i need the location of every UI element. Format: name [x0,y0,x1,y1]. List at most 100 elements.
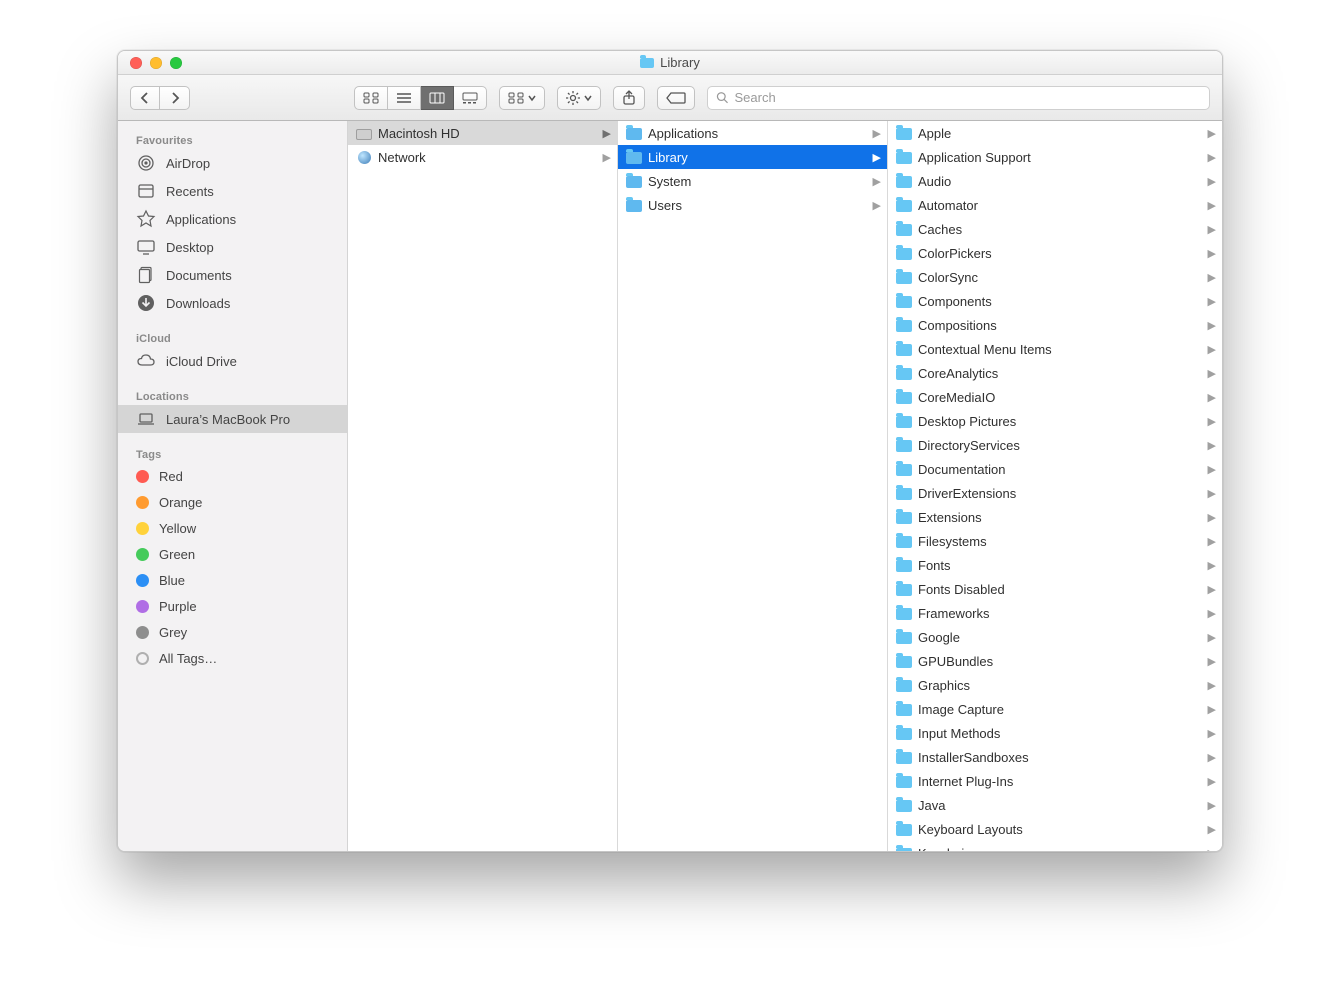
sidebar-item-desktop[interactable]: Desktop [118,233,347,261]
sidebar-item-label: Laura’s MacBook Pro [166,412,290,427]
item-label: Desktop Pictures [918,414,1202,429]
chevron-right-icon: ▶ [1208,415,1216,428]
sidebar-item-laura-s-macbook-pro[interactable]: Laura’s MacBook Pro [118,405,347,433]
list-item[interactable]: Java▶ [888,793,1222,817]
tag-blue[interactable]: Blue [118,567,347,593]
sidebar-item-label: Recents [166,184,214,199]
list-item[interactable]: Extensions▶ [888,505,1222,529]
list-item[interactable]: Fonts▶ [888,553,1222,577]
sidebar-item-recents[interactable]: Recents [118,177,347,205]
sidebar: FavouritesAirDropRecentsApplicationsDesk… [118,121,348,851]
chevron-right-icon: ▶ [603,127,611,140]
list-item[interactable]: Macintosh HD▶ [348,121,617,145]
list-item[interactable]: Google▶ [888,625,1222,649]
item-label: Keyboard Layouts [918,822,1202,837]
list-view-button[interactable] [388,86,421,110]
list-item[interactable]: Components▶ [888,289,1222,313]
list-item[interactable]: Keyboard Layouts ▶ [888,817,1222,841]
chevron-right-icon: ▶ [1208,295,1216,308]
chevron-right-icon: ▶ [1208,559,1216,572]
item-label: CoreMediaIO [918,390,1202,405]
search-field[interactable] [707,86,1210,110]
list-item[interactable]: Automator▶ [888,193,1222,217]
list-item[interactable]: Network▶ [348,145,617,169]
list-item[interactable]: InstallerSandboxes▶ [888,745,1222,769]
window-title: Library [118,55,1222,70]
list-item[interactable]: Application Support▶ [888,145,1222,169]
list-item[interactable]: Filesystems▶ [888,529,1222,553]
list-item[interactable]: System▶ [618,169,887,193]
list-item[interactable]: CoreAnalytics▶ [888,361,1222,385]
tag-purple[interactable]: Purple [118,593,347,619]
list-item[interactable]: Applications▶ [618,121,887,145]
list-item[interactable]: Documentation▶ [888,457,1222,481]
grouping-button[interactable] [499,86,545,110]
tag-orange[interactable]: Orange [118,489,347,515]
item-label: DirectoryServices [918,438,1202,453]
list-item[interactable]: Compositions▶ [888,313,1222,337]
chevron-right-icon: ▶ [1208,631,1216,644]
list-item[interactable]: Keychains▶ [888,841,1222,851]
back-button[interactable] [130,86,160,110]
list-item[interactable]: Users▶ [618,193,887,217]
forward-button[interactable] [160,86,190,110]
tag-yellow[interactable]: Yellow [118,515,347,541]
column-view-button[interactable] [421,86,454,110]
list-item[interactable]: Audio▶ [888,169,1222,193]
folder-icon [896,125,912,141]
list-item[interactable]: ColorSync▶ [888,265,1222,289]
folder-icon [626,173,642,189]
chevron-right-icon: ▶ [1208,463,1216,476]
list-item[interactable]: DriverExtensions▶ [888,481,1222,505]
list-item[interactable]: Contextual Menu Items▶ [888,337,1222,361]
list-item[interactable]: CoreMediaIO▶ [888,385,1222,409]
sidebar-item-applications[interactable]: Applications [118,205,347,233]
share-button[interactable] [613,86,645,110]
item-label: Fonts Disabled [918,582,1202,597]
folder-icon [896,437,912,453]
item-label: Filesystems [918,534,1202,549]
tag-green[interactable]: Green [118,541,347,567]
tag-color-dot [136,626,149,639]
tag-color-dot [136,574,149,587]
list-item[interactable]: DirectoryServices▶ [888,433,1222,457]
folder-icon [896,245,912,261]
list-item[interactable]: Image Capture▶ [888,697,1222,721]
list-item[interactable]: Fonts Disabled▶ [888,577,1222,601]
search-input[interactable] [735,90,1202,105]
list-item[interactable]: Graphics▶ [888,673,1222,697]
column-2: Apple▶Application Support▶Audio▶Automato… [888,121,1222,851]
list-item[interactable]: GPUBundles▶ [888,649,1222,673]
folder-icon [896,725,912,741]
chevron-right-icon: ▶ [1208,823,1216,836]
chevron-right-icon: ▶ [1208,343,1216,356]
tag-red[interactable]: Red [118,463,347,489]
list-item[interactable]: Apple▶ [888,121,1222,145]
tag-all-tags-[interactable]: All Tags… [118,645,347,671]
list-item[interactable]: Frameworks▶ [888,601,1222,625]
sidebar-item-icloud-drive[interactable]: iCloud Drive [118,347,347,375]
sidebar-item-label: Downloads [166,296,230,311]
list-item[interactable]: Library▶ [618,145,887,169]
folder-icon [896,581,912,597]
chevron-right-icon: ▶ [1208,799,1216,812]
item-label: Internet Plug-Ins [918,774,1202,789]
list-item[interactable]: Internet Plug-Ins▶ [888,769,1222,793]
list-item[interactable]: Desktop Pictures ▶ [888,409,1222,433]
list-item[interactable]: ColorPickers▶ [888,241,1222,265]
folder-icon [896,629,912,645]
chevron-right-icon: ▶ [1208,703,1216,716]
list-item[interactable]: Caches▶ [888,217,1222,241]
sidebar-item-downloads[interactable]: Downloads [118,289,347,317]
tag-grey[interactable]: Grey [118,619,347,645]
icon-view-button[interactable] [354,86,388,110]
column-1: Applications▶Library▶System▶Users▶ [618,121,888,851]
gallery-view-button[interactable] [454,86,487,110]
chevron-right-icon: ▶ [1208,487,1216,500]
sidebar-item-airdrop[interactable]: AirDrop [118,149,347,177]
sidebar-item-documents[interactable]: Documents [118,261,347,289]
action-button[interactable] [557,86,601,110]
item-label: Applications [648,126,867,141]
list-item[interactable]: Input Methods▶ [888,721,1222,745]
edit-tags-button[interactable] [657,86,695,110]
